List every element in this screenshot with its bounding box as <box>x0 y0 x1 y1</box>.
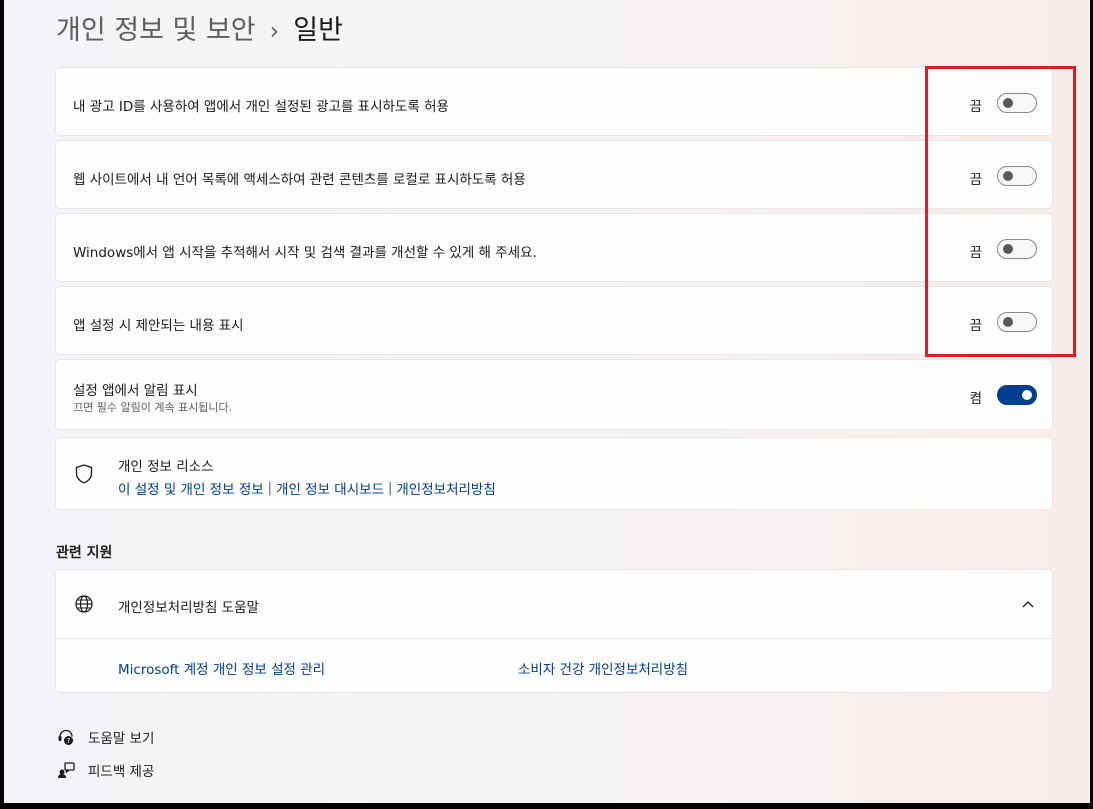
breadcrumb-parent[interactable]: 개인 정보 및 보안 <box>56 8 256 54</box>
breadcrumb-separator: › <box>269 17 280 45</box>
link-privacy-dashboard[interactable]: 개인 정보 대시보드 <box>276 478 384 498</box>
link-manage-ms-account-privacy[interactable]: Microsoft 계정 개인 정보 설정 관리 <box>118 658 325 678</box>
link-consumer-health-privacy[interactable]: 소비자 건강 개인정보처리방침 <box>518 658 688 678</box>
globe-icon <box>74 594 94 614</box>
help-label: 도움말 보기 <box>88 731 155 747</box>
link-separator: | <box>267 480 273 496</box>
feedback-icon <box>56 760 76 780</box>
privacy-resources-links: 이 설정 및 개인 정보 정보 | 개인 정보 대시보드 | 개인정보처리방침 <box>118 478 496 499</box>
setting-label: Windows에서 앱 시작을 추적해서 시작 및 검색 결과를 개선할 수 있… <box>73 245 537 261</box>
chevron-up-icon[interactable] <box>1018 594 1038 614</box>
privacy-help-expander-header[interactable]: 개인정보처리방침 도움말 <box>56 570 1052 639</box>
privacy-resources-card: 개인 정보 리소스 이 설정 및 개인 정보 정보 | 개인 정보 대시보드 |… <box>55 437 1053 510</box>
breadcrumb: 개인 정보 및 보안 › 일반 <box>56 8 343 54</box>
related-support-card: 개인정보처리방침 도움말 Microsoft 계정 개인 정보 설정 관리 소비… <box>55 569 1053 693</box>
setting-description: 끄면 필수 알림이 계속 표시됩니다. <box>73 401 233 414</box>
related-support-heading: 관련 지원 <box>56 545 113 561</box>
help-icon: ? <box>56 727 76 747</box>
toggle-knob <box>1022 390 1032 400</box>
setting-suggested-content: 앱 설정 시 제안되는 내용 표시 끔 <box>55 286 1053 355</box>
annotation-highlight-box <box>925 66 1076 357</box>
link-settings-privacy-info[interactable]: 이 설정 및 개인 정보 정보 <box>118 478 264 498</box>
settings-window: 개인 정보 및 보안 › 일반 내 광고 ID를 사용하여 앱에서 개인 설정된… <box>4 0 1090 803</box>
feedback-link[interactable]: 피드백 제공 <box>56 760 154 780</box>
notifications-toggle[interactable] <box>997 385 1037 405</box>
help-link[interactable]: ? 도움말 보기 <box>56 727 154 747</box>
setting-label: 웹 사이트에서 내 언어 목록에 액세스하여 관련 콘텐츠를 로컬로 표시하도록… <box>73 172 526 188</box>
setting-language-list: 웹 사이트에서 내 언어 목록에 액세스하여 관련 콘텐츠를 로컬로 표시하도록… <box>55 140 1053 209</box>
privacy-help-title: 개인정보처리방침 도움말 <box>118 600 259 616</box>
privacy-resources-title: 개인 정보 리소스 <box>118 459 214 475</box>
page-title: 일반 <box>293 15 343 46</box>
feedback-label: 피드백 제공 <box>88 764 155 780</box>
setting-notifications: 설정 앱에서 알림 표시 끄면 필수 알림이 계속 표시됩니다. 켬 <box>55 359 1053 430</box>
toggle-state-text: 켬 <box>969 391 982 407</box>
link-privacy-statement[interactable]: 개인정보처리방침 <box>396 478 495 498</box>
setting-label: 내 광고 ID를 사용하여 앱에서 개인 설정된 광고를 표시하도록 허용 <box>73 99 449 115</box>
setting-label: 설정 앱에서 알림 표시 <box>73 383 198 399</box>
svg-text:?: ? <box>67 737 71 745</box>
link-separator: | <box>388 480 393 496</box>
setting-app-launch-tracking: Windows에서 앱 시작을 추적해서 시작 및 검색 결과를 개선할 수 있… <box>55 213 1053 282</box>
setting-label: 앱 설정 시 제안되는 내용 표시 <box>73 318 244 334</box>
shield-icon <box>74 464 94 484</box>
setting-advertising-id: 내 광고 ID를 사용하여 앱에서 개인 설정된 광고를 표시하도록 허용 끔 <box>55 67 1053 136</box>
